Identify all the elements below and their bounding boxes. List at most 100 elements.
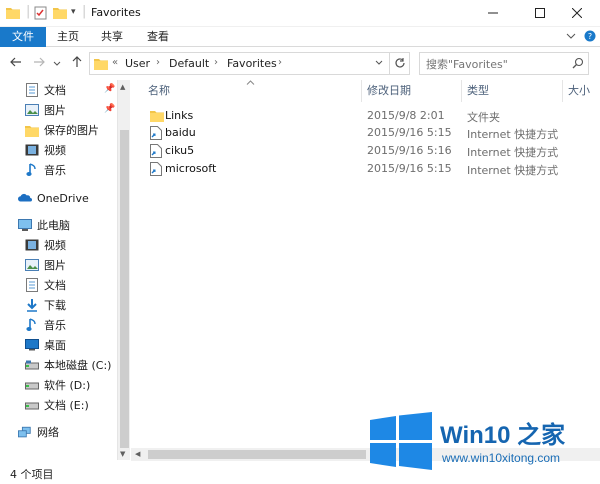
nav-item-drive-e[interactable]: 文档 (E:) xyxy=(0,395,117,415)
nav-item-pc-videos[interactable]: 视频 xyxy=(0,235,117,255)
nav-item-label: 文档 xyxy=(44,84,66,97)
table-row[interactable]: ciku5 2015/9/16 5:16 Internet 快捷方式 xyxy=(133,143,589,160)
window-title: Favorites xyxy=(91,6,141,19)
quick-access-dropdown-icon[interactable]: ▾ xyxy=(71,7,76,17)
chevron-right-icon[interactable]: › xyxy=(278,57,282,68)
nav-item-label: 图片 xyxy=(44,104,66,117)
column-header-date[interactable]: 修改日期 xyxy=(367,82,411,102)
scrollbar-thumb[interactable] xyxy=(148,450,366,459)
help-icon[interactable]: ? xyxy=(584,30,596,45)
nav-item-saved-pictures[interactable]: 保存的图片 xyxy=(0,120,117,140)
nav-item-pc-pictures[interactable]: 图片 xyxy=(0,255,117,275)
nav-item-drive-d[interactable]: 软件 (D:) xyxy=(0,375,117,395)
table-row[interactable]: Links 2015/9/8 2:01 文件夹 xyxy=(133,108,589,125)
nav-item-drive-c[interactable]: 本地磁盘 (C:) xyxy=(0,355,117,375)
nav-item-onedrive[interactable]: OneDrive xyxy=(0,188,117,208)
file-type: Internet 快捷方式 xyxy=(467,146,559,159)
nav-item-label: 音乐 xyxy=(44,164,66,177)
tab-home[interactable]: 主页 xyxy=(50,27,86,47)
drive-icon xyxy=(25,378,39,392)
nav-item-label: 文档 xyxy=(44,279,66,292)
documents-icon xyxy=(25,278,39,292)
file-date: 2015/9/16 5:15 xyxy=(367,126,452,139)
search-input[interactable] xyxy=(426,56,566,72)
separator: | xyxy=(82,4,87,19)
up-icon[interactable] xyxy=(71,56,83,72)
nav-item-documents[interactable]: 文档 xyxy=(0,80,117,100)
svg-text:?: ? xyxy=(588,32,592,41)
address-bar[interactable]: « User › Default › Favorites › xyxy=(89,52,410,75)
nav-item-label: 保存的图片 xyxy=(44,124,99,137)
search-box[interactable] xyxy=(419,52,589,75)
file-date: 2015/9/16 5:16 xyxy=(367,144,452,157)
column-header-size[interactable]: 大小 xyxy=(568,82,590,102)
breadcrumb-default[interactable]: Default xyxy=(169,57,209,70)
file-type: Internet 快捷方式 xyxy=(467,164,559,177)
close-button[interactable] xyxy=(554,0,600,27)
pin-icon[interactable]: 📌 xyxy=(104,84,115,94)
downloads-icon xyxy=(25,298,39,312)
breadcrumb-user[interactable]: User xyxy=(125,57,150,70)
watermark-url: www.win10xitong.com xyxy=(442,451,561,465)
refresh-icon[interactable] xyxy=(394,57,406,72)
minimize-icon xyxy=(488,6,498,22)
nav-item-label: 桌面 xyxy=(44,339,66,352)
folder-icon xyxy=(25,123,39,137)
column-divider[interactable] xyxy=(361,80,362,102)
onedrive-icon xyxy=(18,191,32,205)
expand-ribbon-icon[interactable] xyxy=(566,31,576,44)
nav-item-pc-downloads[interactable]: 下载 xyxy=(0,295,117,315)
navigation-pane: 文档 📌 图片 📌 保存的图片 视频 音乐 OneDrive 此电脑 视频 图片… xyxy=(0,80,117,460)
scroll-up-icon[interactable]: ▲ xyxy=(120,83,125,91)
tab-file[interactable]: 文件 xyxy=(0,27,46,47)
scroll-left-icon[interactable]: ◀ xyxy=(135,450,140,458)
back-icon[interactable] xyxy=(10,56,22,72)
windows-logo-icon xyxy=(370,412,432,473)
forward-icon[interactable] xyxy=(33,56,45,72)
this-pc-icon xyxy=(18,218,32,232)
column-divider[interactable] xyxy=(461,80,462,102)
internet-shortcut-icon xyxy=(150,162,163,176)
recent-locations-icon[interactable] xyxy=(53,57,61,72)
video-icon xyxy=(25,238,39,252)
table-row[interactable]: baidu 2015/9/16 5:15 Internet 快捷方式 xyxy=(133,125,589,142)
address-history-icon[interactable] xyxy=(375,59,383,70)
nav-item-pc-desktop[interactable]: 桌面 xyxy=(0,335,117,355)
nav-item-pictures[interactable]: 图片 xyxy=(0,100,117,120)
minimize-button[interactable] xyxy=(470,0,516,27)
nav-item-label: 视频 xyxy=(44,144,66,157)
column-divider[interactable] xyxy=(562,80,563,102)
search-icon[interactable] xyxy=(572,57,584,72)
column-header-type[interactable]: 类型 xyxy=(467,82,489,102)
nav-item-videos[interactable]: 视频 xyxy=(0,140,117,160)
file-type: Internet 快捷方式 xyxy=(467,128,559,141)
nav-item-pc-documents[interactable]: 文档 xyxy=(0,275,117,295)
nav-item-this-pc[interactable]: 此电脑 xyxy=(0,215,117,235)
tab-view[interactable]: 查看 xyxy=(140,27,176,47)
nav-item-label: 音乐 xyxy=(44,319,66,332)
pin-icon[interactable]: 📌 xyxy=(104,104,115,114)
pictures-icon xyxy=(25,258,39,272)
chevron-right-icon[interactable]: › xyxy=(214,57,218,68)
nav-item-label: 图片 xyxy=(44,259,66,272)
folder-icon xyxy=(94,57,108,73)
column-header-name[interactable]: 名称 xyxy=(148,82,170,102)
nav-item-label: 本地磁盘 (C:) xyxy=(44,359,112,372)
properties-icon[interactable] xyxy=(34,6,47,23)
new-folder-icon[interactable] xyxy=(53,6,67,22)
breadcrumb-favorites[interactable]: Favorites xyxy=(227,57,277,70)
tab-share[interactable]: 共享 xyxy=(94,27,130,47)
nav-item-music[interactable]: 音乐 xyxy=(0,160,117,180)
nav-item-pc-music[interactable]: 音乐 xyxy=(0,315,117,335)
chevron-right-icon[interactable]: › xyxy=(156,57,160,68)
table-row[interactable]: microsoft 2015/9/16 5:15 Internet 快捷方式 xyxy=(133,161,589,178)
item-count: 4 个项目 xyxy=(10,468,54,481)
scrollbar-thumb[interactable] xyxy=(120,130,129,448)
nav-item-network[interactable]: 网络 xyxy=(0,422,117,442)
folder-icon xyxy=(150,109,164,123)
watermark-title: Win10 之家 xyxy=(440,422,566,449)
address-overflow[interactable]: « xyxy=(112,57,118,68)
close-icon xyxy=(571,6,583,22)
scroll-down-icon[interactable]: ▼ xyxy=(120,450,125,458)
navigation-scrollbar[interactable]: ▲ ▼ xyxy=(117,80,130,460)
